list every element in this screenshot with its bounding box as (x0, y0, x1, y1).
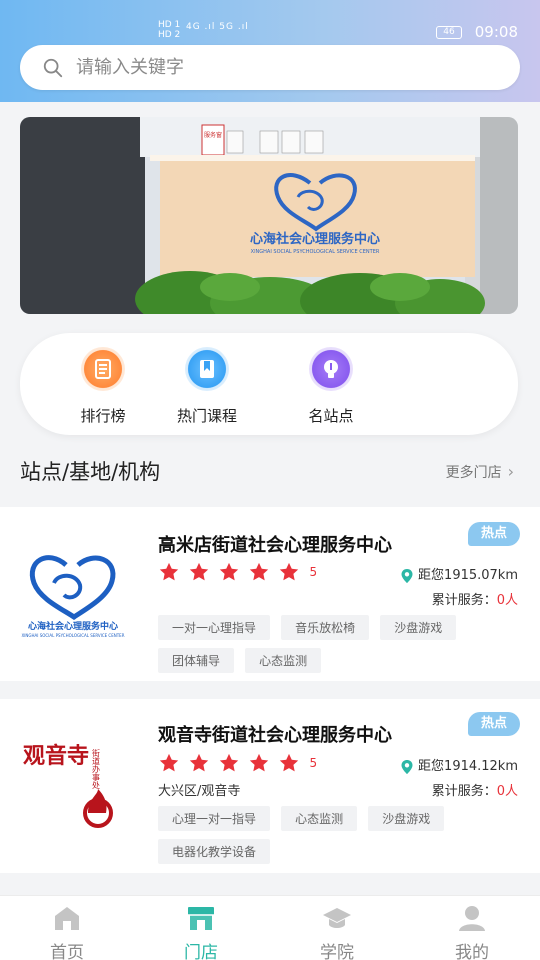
served-count: 累计服务：0人 (432, 780, 518, 799)
star-icon (189, 753, 209, 772)
quick-link-label: 排行榜 (80, 407, 126, 425)
service-tag: 音乐放松椅 (281, 615, 370, 640)
sim-indicators: HD 1 HD 2 4G .ıl 5G .ıl (158, 20, 248, 40)
served-value: 0人 (496, 593, 518, 608)
list-icon (81, 347, 125, 391)
quick-links: 排行榜 热门课程 名站点 (20, 333, 518, 435)
served-label: 累计服务： (431, 784, 497, 799)
tab-mine[interactable]: 我的 (422, 904, 522, 960)
star-icon (250, 562, 269, 581)
store-logo: 心海社会心理服务中心 XINGHAI SOCIAL PSYCHOLOGICAL … (22, 555, 125, 638)
star-icon (280, 753, 299, 772)
rating-stars: 5 (158, 752, 317, 776)
bottom-tab-bar: 首页 门店 学院 我的 (0, 895, 540, 960)
star-icon (159, 753, 179, 772)
served-value: 0人 (496, 784, 518, 799)
service-tag: 团体辅导 (158, 648, 235, 673)
service-tag: 电器化教学设备 (158, 839, 271, 864)
tab-label: 门店 (184, 943, 218, 960)
tab-label: 我的 (455, 943, 489, 960)
service-tags: 一对一心理指导 音乐放松椅 沙盘游戏 团体辅导 心态监测 (158, 615, 518, 681)
rating-value: 5 (309, 565, 318, 579)
bulb-icon (309, 347, 353, 391)
sim1-label: HD 1 (158, 20, 181, 30)
search-icon (43, 58, 63, 78)
search-input[interactable] (76, 45, 496, 90)
search-bar[interactable] (20, 45, 520, 90)
battery-icon: 46 (435, 26, 462, 39)
rating-value: 5 (309, 756, 318, 770)
home-icon (55, 907, 79, 930)
star-icon (220, 753, 239, 772)
service-tag: 心态监测 (281, 806, 358, 831)
logo-text: 心海社会心理服务中心 (28, 620, 118, 632)
section-title: 站点/基地/机构 (20, 460, 161, 484)
store-icon (188, 907, 214, 930)
store-name: 观音寺街道社会心理服务中心 (158, 725, 392, 746)
star-icon (159, 562, 179, 581)
user-icon (459, 906, 485, 931)
status-bar: HD 1 HD 2 4G .ıl 5G .ıl 46 09:08 (0, 18, 540, 46)
bookmark-icon (185, 347, 229, 391)
banner-photo: 服务窗 心海社会心理服务中心 XINGHAI SOCIAL PSYCHOLOGI… (20, 117, 518, 314)
store-card[interactable]: 心海社会心理服务中心 XINGHAI SOCIAL PSYCHOLOGICAL … (0, 507, 540, 681)
quick-link-top-sites[interactable]: 名站点 (276, 347, 386, 426)
hot-badge: 热点 (468, 712, 520, 736)
star-icon (189, 562, 209, 581)
star-icon (280, 562, 299, 581)
service-tag: 心态监测 (245, 648, 322, 673)
service-tag: 沙盘游戏 (380, 615, 457, 640)
banner-sign-sub: XINGHAI SOCIAL PSYCHOLOGICAL SERVICE CEN… (251, 249, 380, 255)
tab-label: 学院 (320, 943, 354, 960)
served-label: 累计服务： (431, 593, 497, 608)
service-tag: 一对一心理指导 (158, 615, 271, 640)
tab-label: 首页 (50, 943, 84, 960)
service-window-sign: 服务窗 (204, 131, 222, 139)
rating-stars: 5 (158, 561, 317, 585)
location-pin-icon (401, 759, 413, 774)
tab-academy[interactable]: 学院 (287, 904, 387, 960)
logo-subtext: XINGHAI SOCIAL PSYCHOLOGICAL SERVICE CEN… (22, 633, 125, 638)
banner-sign-text: 心海社会心理服务中心 (250, 231, 380, 247)
quick-link-ranking[interactable]: 排行榜 (48, 347, 158, 426)
more-stores-label: 更多门店 (445, 465, 502, 481)
store-address: 大兴区/观音寺 (158, 784, 241, 799)
store-name: 高米店街道社会心理服务中心 (158, 535, 392, 556)
quick-link-hot-courses[interactable]: 热门课程 (152, 347, 262, 426)
distance-text: 距您1915.07km (418, 568, 518, 583)
star-icon (220, 562, 239, 581)
distance-text: 距您1914.12km (418, 759, 518, 774)
store-logo: 观音寺 街道办事处 (23, 743, 113, 828)
quick-link-label: 热门课程 (176, 407, 237, 425)
service-tag: 沙盘游戏 (368, 806, 445, 831)
location-pin-icon (401, 568, 413, 583)
graduation-cap-icon (323, 908, 351, 928)
quick-link-label: 名站点 (308, 407, 354, 425)
logo-subtext: 街道办事处 (92, 748, 101, 790)
store-distance: 距您1915.07km (399, 564, 518, 584)
chevron-right-icon: › (507, 462, 514, 481)
signal-text: 4G .ıl 5G .ıl (186, 22, 249, 32)
sim2-label: HD 2 (158, 30, 181, 40)
more-stores-link[interactable]: 更多门店 › (446, 462, 514, 482)
hot-badge: 热点 (468, 522, 520, 546)
banner-image[interactable]: 服务窗 心海社会心理服务中心 XINGHAI SOCIAL PSYCHOLOGI… (20, 117, 518, 314)
logo-text: 观音寺 (23, 743, 89, 769)
status-right: 46 09:08 (435, 23, 518, 41)
store-distance: 距您1914.12km (399, 755, 518, 775)
service-tag: 心理一对一指导 (158, 806, 271, 831)
store-card[interactable]: 观音寺 街道办事处 观音寺街道社会心理服务中心 热点 5 距您1914.12km… (0, 699, 540, 873)
star-icon (250, 753, 269, 772)
service-tags: 心理一对一指导 心态监测 沙盘游戏 电器化教学设备 (158, 806, 518, 872)
clock: 09:08 (474, 23, 518, 41)
tab-store[interactable]: 门店 (151, 904, 251, 960)
served-count: 累计服务：0人 (432, 589, 518, 608)
header: HD 1 HD 2 4G .ıl 5G .ıl 46 09:08 (0, 0, 540, 102)
tab-home[interactable]: 首页 (17, 904, 117, 960)
